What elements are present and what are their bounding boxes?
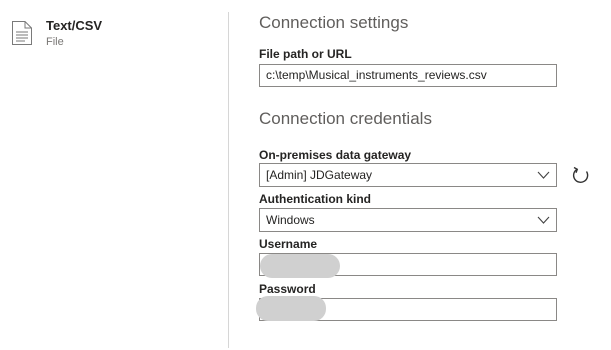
- auth-kind-label: Authentication kind: [259, 192, 371, 206]
- username-label: Username: [259, 237, 318, 251]
- source-type: File: [46, 36, 64, 48]
- file-path-input[interactable]: c:\temp\Musical_instruments_reviews.csv: [259, 64, 557, 87]
- file-icon: [12, 21, 32, 45]
- connection-credentials-heading: Connection credentials: [259, 109, 432, 128]
- auth-kind-dropdown-value: Windows: [266, 213, 315, 227]
- username-redaction: [260, 254, 340, 278]
- refresh-icon[interactable]: [571, 165, 592, 186]
- data-source-panel: Text/CSV File: [0, 0, 228, 350]
- password-label: Password: [259, 282, 316, 296]
- file-path-label: File path or URL: [259, 47, 352, 61]
- gateway-dropdown[interactable]: [Admin] JDGateway: [259, 163, 557, 187]
- source-title: Text/CSV: [46, 18, 103, 33]
- password-redaction: [256, 296, 326, 321]
- connection-settings-heading: Connection settings: [259, 13, 409, 32]
- panel-divider: [228, 12, 229, 348]
- gateway-label: On-premises data gateway: [259, 148, 412, 162]
- chevron-down-icon: [537, 216, 550, 224]
- chevron-down-icon: [537, 171, 550, 179]
- auth-kind-dropdown[interactable]: Windows: [259, 208, 557, 232]
- gateway-dropdown-value: [Admin] JDGateway: [266, 168, 373, 182]
